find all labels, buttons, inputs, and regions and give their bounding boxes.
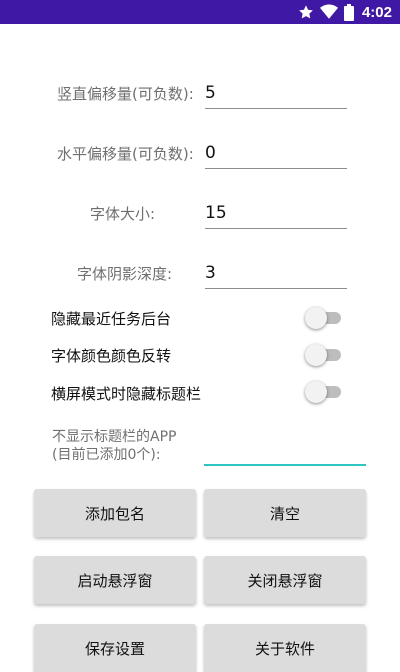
wifi-icon [319, 4, 338, 20]
invert-color-switch[interactable] [305, 344, 341, 366]
switch-thumb [305, 307, 327, 329]
battery-icon [343, 3, 354, 21]
about-button[interactable]: 关于软件 [204, 624, 366, 672]
shadow-depth-input[interactable]: 3 [205, 258, 347, 289]
vertical-offset-label: 竖直偏移量(可负数): [57, 85, 194, 103]
hide-titlebar-label: 横屏模式时隐藏标题栏 [51, 385, 202, 403]
hide-recents-label: 隐藏最近任务后台 [51, 310, 172, 328]
add-package-button[interactable]: 添加包名 [34, 489, 196, 537]
horizontal-offset-input[interactable]: 0 [205, 138, 347, 169]
font-size-label: 字体大小: [90, 205, 156, 223]
invert-color-label: 字体颜色颜色反转 [51, 347, 172, 365]
hide-titlebar-switch[interactable] [305, 381, 341, 403]
horizontal-offset-label: 水平偏移量(可负数): [57, 145, 194, 163]
app-list-input[interactable] [204, 434, 366, 466]
font-size-input[interactable]: 15 [205, 198, 347, 229]
hide-recents-switch[interactable] [305, 307, 341, 329]
status-time: 4:02 [361, 3, 392, 21]
status-bar: 4:02 [0, 0, 400, 24]
app-list-label: 不显示标题栏的APP (目前已添加0个): [52, 428, 176, 464]
shadow-depth-label: 字体阴影深度: [77, 265, 173, 283]
star-icon [298, 4, 314, 20]
vertical-offset-input[interactable]: 5 [205, 78, 347, 109]
stop-float-button[interactable]: 关闭悬浮窗 [204, 556, 366, 604]
app-list-label-line2: (目前已添加0个): [52, 447, 161, 463]
clear-button[interactable]: 清空 [204, 489, 366, 537]
switch-thumb [305, 344, 327, 366]
switch-thumb [305, 381, 327, 403]
start-float-button[interactable]: 启动悬浮窗 [34, 556, 196, 604]
save-settings-button[interactable]: 保存设置 [34, 624, 196, 672]
status-icons: 4:02 [298, 2, 392, 22]
app-list-label-line1: 不显示标题栏的APP [52, 429, 177, 445]
